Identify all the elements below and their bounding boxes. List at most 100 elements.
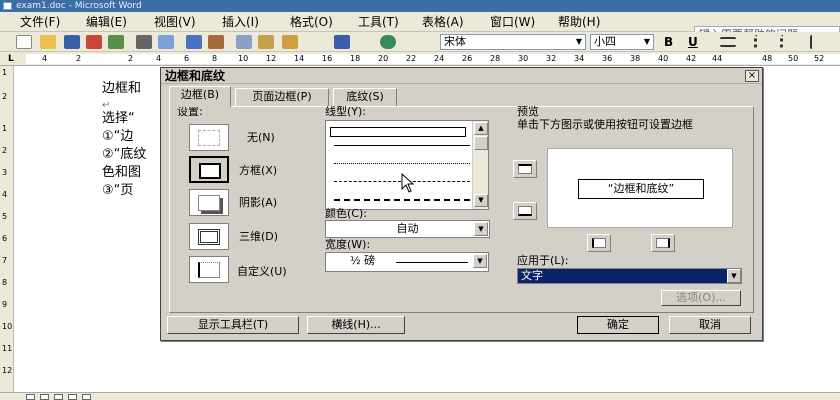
border-box-icon	[199, 163, 221, 179]
open-folder-icon[interactable]	[40, 35, 56, 49]
width-select[interactable]: ½ 磅 ▼	[325, 252, 489, 272]
web-view-icon[interactable]	[40, 394, 49, 400]
spelling-icon[interactable]	[186, 35, 202, 49]
menu-table[interactable]: 表格(A)	[420, 14, 466, 30]
ruler-mark: 6	[184, 54, 190, 63]
scroll-thumb[interactable]	[474, 136, 488, 150]
line-style-scrollbar[interactable]: ▲ ▼	[472, 121, 488, 209]
chevron-down-icon[interactable]: ▼	[473, 254, 487, 268]
menu-window[interactable]: 窗口(W)	[488, 14, 537, 30]
print-view-icon[interactable]	[54, 394, 63, 400]
font-size-select[interactable]: 小四 ▼	[590, 34, 654, 50]
ruler-mark: 50	[788, 54, 799, 63]
chevron-down-icon[interactable]: ▼	[641, 35, 653, 49]
font-name-select[interactable]: 宋体 ▼	[440, 34, 586, 50]
color-select[interactable]: 自动 ▼	[325, 220, 490, 238]
bottom-border-icon	[518, 206, 532, 216]
apply-to-select[interactable]: 文字 ▼	[517, 268, 742, 284]
horizontal-ruler[interactable]: L 4 2 2 4 6 8 10 12 14 16 18 20 22 24 26…	[0, 52, 840, 66]
settings-label: 设置:	[177, 105, 203, 118]
menu-format[interactable]: 格式(O)	[288, 14, 335, 30]
copy-icon[interactable]	[236, 35, 252, 49]
print-preview-icon[interactable]	[158, 35, 174, 49]
setting-none-button[interactable]	[189, 124, 229, 151]
undo-icon[interactable]	[334, 35, 350, 49]
format-painter-icon[interactable]	[282, 35, 298, 49]
document-line[interactable]: ②“底纹	[102, 146, 146, 164]
left-border-button[interactable]	[587, 234, 611, 252]
bullets-icon[interactable]	[780, 35, 796, 49]
line-style-list[interactable]: ▲ ▼	[325, 120, 489, 210]
outline-view-icon[interactable]	[68, 394, 77, 400]
ruler-mark: 24	[434, 54, 445, 63]
right-border-icon	[656, 238, 670, 248]
research-icon[interactable]	[208, 35, 224, 49]
numbering-icon[interactable]	[754, 35, 770, 49]
menu-file[interactable]: 文件(F)	[18, 14, 62, 30]
show-toolbar-button[interactable]: 显示工具栏(T)	[167, 316, 299, 334]
setting-shadow-button[interactable]	[189, 189, 229, 216]
menu-help[interactable]: 帮助(H)	[556, 14, 602, 30]
status-bar	[0, 392, 840, 400]
new-document-icon[interactable]	[16, 35, 32, 49]
right-border-button[interactable]	[651, 234, 675, 252]
menu-tools[interactable]: 工具(T)	[356, 14, 401, 30]
save-disk-icon[interactable]	[64, 35, 80, 49]
document-line[interactable]: ③“页	[102, 182, 133, 200]
bold-button[interactable]: B	[664, 34, 673, 50]
tab-stop-selector[interactable]: L	[8, 53, 14, 65]
border-custom-icon	[198, 262, 220, 278]
line-style-dotted[interactable]	[334, 163, 470, 164]
ruler-mark: 10	[2, 322, 13, 331]
cancel-button[interactable]: 取消	[669, 316, 751, 334]
color-value: 自动	[396, 222, 419, 235]
chevron-down-icon[interactable]: ▼	[727, 269, 741, 283]
align-center-icon[interactable]	[720, 37, 736, 47]
document-line[interactable]: ①“边	[102, 128, 133, 146]
document-line[interactable]: 色和图	[102, 164, 141, 182]
menu-view[interactable]: 视图(V)	[152, 14, 198, 30]
reading-view-icon[interactable]	[82, 394, 91, 400]
ruler-mark: 9	[2, 300, 8, 309]
ruler-mark: 26	[462, 54, 473, 63]
preview-sample-text: “边框和底纹”	[578, 179, 704, 199]
decrease-indent-icon[interactable]	[810, 35, 826, 49]
document-line[interactable]: 边框和	[102, 80, 141, 98]
width-label: 宽度(W):	[325, 238, 371, 251]
line-style-solid-selected[interactable]	[330, 127, 466, 137]
print-icon[interactable]	[136, 35, 152, 49]
preview-label: 预览	[517, 105, 539, 118]
tab-borders[interactable]: 边框(B)	[169, 86, 231, 107]
ruler-mark: 5	[2, 212, 8, 221]
tab-shading[interactable]: 底纹(S)	[333, 88, 397, 106]
bottom-border-button[interactable]	[513, 202, 537, 220]
chevron-down-icon[interactable]: ▼	[573, 35, 585, 49]
close-icon[interactable]: ×	[745, 70, 759, 82]
document-line[interactable]: 选择“	[102, 110, 135, 128]
setting-3d-button[interactable]	[189, 223, 229, 250]
horizontal-line-button[interactable]: 横线(H)...	[307, 316, 405, 334]
word-app-icon	[3, 2, 12, 10]
menu-edit[interactable]: 编辑(E)	[84, 14, 129, 30]
setting-custom-button[interactable]	[189, 256, 229, 283]
line-style-solid[interactable]	[334, 145, 470, 146]
top-border-button[interactable]	[513, 160, 537, 178]
ruler-mark: 2	[76, 54, 82, 63]
tab-page-border[interactable]: 页面边框(P)	[235, 88, 329, 106]
chevron-down-icon[interactable]: ▼	[474, 222, 488, 236]
vertical-ruler[interactable]: 1 2 1 2 3 4 5 6 7 8 9 10 11 12	[0, 66, 14, 392]
scroll-up-icon[interactable]: ▲	[474, 122, 488, 135]
email-icon[interactable]	[108, 35, 124, 49]
line-style-long-dash[interactable]	[334, 199, 470, 201]
border-preview[interactable]: “边框和底纹”	[547, 148, 733, 228]
ok-button[interactable]: 确定	[577, 316, 659, 334]
paste-icon[interactable]	[258, 35, 274, 49]
permission-icon[interactable]	[86, 35, 102, 49]
normal-view-icon[interactable]	[26, 394, 35, 400]
underline-button[interactable]: U	[688, 34, 698, 50]
setting-box-button[interactable]	[189, 156, 229, 183]
insert-hyperlink-icon[interactable]	[380, 35, 396, 49]
options-button[interactable]: 选项(O)...	[661, 290, 741, 306]
menu-insert[interactable]: 插入(I)	[220, 14, 261, 30]
scroll-down-icon[interactable]: ▼	[474, 194, 488, 207]
